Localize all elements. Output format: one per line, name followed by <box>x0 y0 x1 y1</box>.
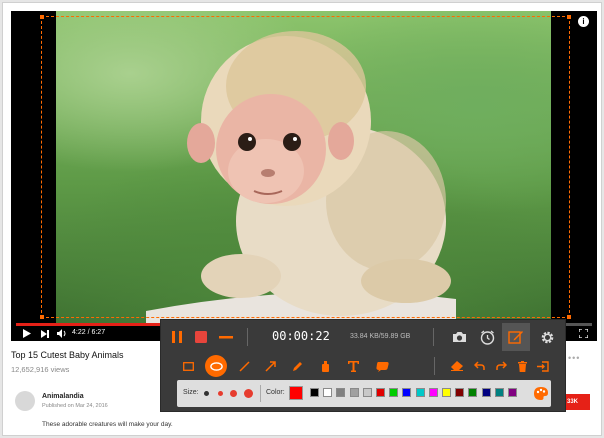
duration: 6:27 <box>91 329 106 336</box>
color-swatch[interactable] <box>481 388 491 397</box>
avatar[interactable] <box>15 391 35 411</box>
size-option-4[interactable] <box>244 389 253 398</box>
exit-icon[interactable] <box>536 359 550 373</box>
resize-handle[interactable] <box>40 315 44 319</box>
recording-area-frame[interactable] <box>40 15 571 319</box>
camera-icon[interactable] <box>451 329 467 345</box>
info-icon[interactable]: i <box>578 16 589 27</box>
color-swatch[interactable] <box>336 388 346 397</box>
brush-settings-panel: Size: Color: <box>177 380 551 407</box>
color-swatch[interactable] <box>442 388 451 397</box>
pause-icon[interactable] <box>170 330 184 344</box>
callout-icon[interactable] <box>374 359 390 373</box>
more-icon[interactable]: ••• <box>568 353 580 363</box>
stop-icon[interactable] <box>194 330 208 344</box>
color-swatch[interactable] <box>376 388 385 397</box>
screenshot-frame: i 4:22 / 6:27 Top 15 Cutest Baby Animals… <box>2 2 602 436</box>
video-description: These adorable creatures will make your … <box>42 421 173 428</box>
undo-icon[interactable] <box>472 359 486 373</box>
play-icon[interactable] <box>23 328 31 339</box>
trash-icon[interactable] <box>515 359 529 373</box>
fullscreen-icon[interactable] <box>579 328 588 339</box>
drawing-tools-row <box>161 354 565 378</box>
schedule-icon[interactable] <box>479 329 495 345</box>
time-display: 4:22 / 6:27 <box>72 329 106 336</box>
redo-icon[interactable] <box>494 359 508 373</box>
color-swatch[interactable] <box>323 388 333 397</box>
gear-icon[interactable] <box>539 329 555 345</box>
size-option-3[interactable] <box>230 390 237 397</box>
recorder-toolbar: 00:00:22 33.84 KB/59.89 GB Size: Color: <box>160 319 566 412</box>
minimize-icon[interactable] <box>218 330 234 344</box>
color-swatch[interactable] <box>415 388 425 397</box>
spray-icon[interactable] <box>318 359 332 373</box>
recording-timer: 00:00:22 <box>272 329 330 343</box>
color-picker-icon[interactable] <box>533 386 548 401</box>
color-label: Color: <box>266 389 285 396</box>
pencil-icon[interactable] <box>290 359 304 373</box>
resize-handle[interactable] <box>567 15 571 19</box>
rectangle-icon[interactable] <box>181 359 195 373</box>
line-icon[interactable] <box>237 359 251 373</box>
resize-handle[interactable] <box>567 315 571 319</box>
subscriber-count: 33K <box>566 399 578 405</box>
arrow-icon[interactable] <box>263 359 277 373</box>
color-swatch[interactable] <box>389 388 399 397</box>
file-size: 33.84 KB/59.89 GB <box>350 333 411 340</box>
ellipse-icon[interactable] <box>205 355 227 377</box>
video-title: Top 15 Cutest Baby Animals <box>11 350 124 360</box>
color-swatch[interactable] <box>468 388 478 397</box>
channel-name[interactable]: Animalandia <box>42 393 84 400</box>
recorder-control-row: 00:00:22 33.84 KB/59.89 GB <box>161 320 565 354</box>
color-swatch[interactable] <box>349 388 359 397</box>
edit-icon[interactable] <box>502 323 530 351</box>
color-swatch[interactable] <box>455 388 465 397</box>
color-swatch[interactable] <box>508 388 517 397</box>
size-option-1[interactable] <box>204 391 209 396</box>
color-swatch[interactable] <box>494 388 504 397</box>
text-icon[interactable] <box>346 359 360 373</box>
eraser-icon[interactable] <box>450 359 464 373</box>
publish-date: Published on Mar 24, 2016 <box>42 403 108 409</box>
current-time: 4:22 <box>72 329 86 336</box>
next-icon[interactable] <box>41 328 49 339</box>
resize-handle[interactable] <box>40 15 44 19</box>
size-label: Size: <box>183 389 199 396</box>
volume-icon[interactable] <box>57 328 67 339</box>
color-swatch[interactable] <box>402 388 412 397</box>
color-swatch[interactable] <box>362 388 372 397</box>
view-count: 12,652,916 views <box>11 365 70 374</box>
color-swatch[interactable] <box>310 388 319 397</box>
video-player[interactable]: i 4:22 / 6:27 <box>11 11 597 341</box>
selected-color-swatch[interactable] <box>289 386 303 400</box>
color-swatch[interactable] <box>428 388 438 397</box>
size-option-2[interactable] <box>218 391 223 396</box>
